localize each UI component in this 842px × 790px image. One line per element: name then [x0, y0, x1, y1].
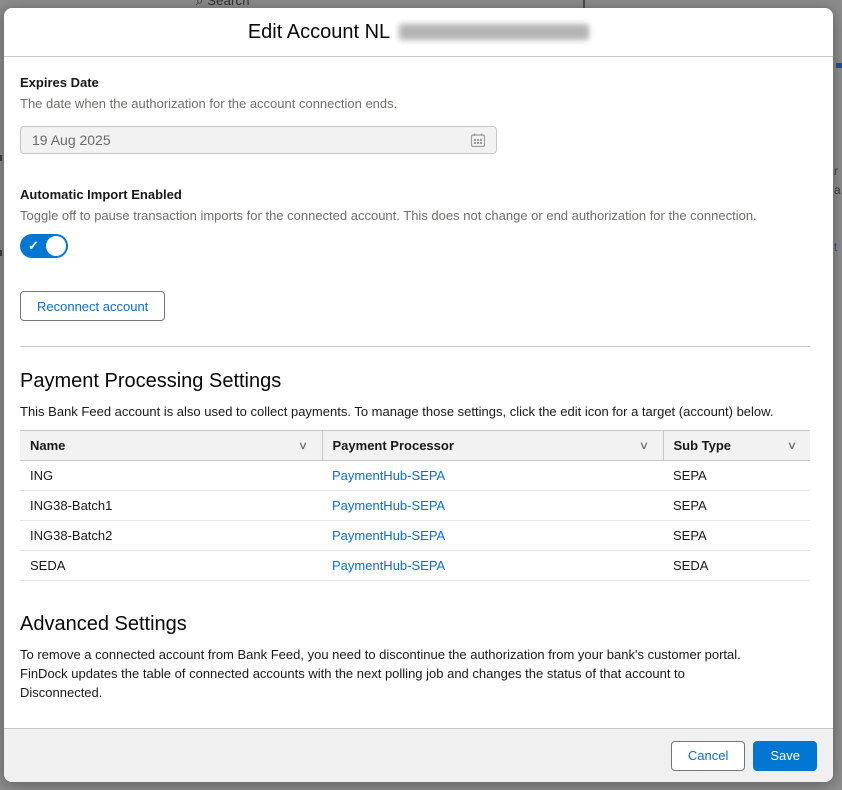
table-row: ING38-Batch2 PaymentHub-SEPA SEPA [20, 521, 810, 551]
redacted-account-number [399, 24, 589, 40]
background-page-topbar: ⌕ Search [0, 0, 842, 8]
background-page-fragment [0, 155, 2, 161]
background-page-fragment [0, 250, 2, 256]
chevron-down-icon: ∨ [639, 439, 649, 452]
modal-title: Edit Account NL [248, 21, 589, 44]
modal-title-text: Edit Account NL [248, 21, 390, 44]
background-page-fragment: r [834, 164, 838, 178]
payment-settings-title: Payment Processing Settings [20, 368, 817, 394]
section-divider [20, 346, 810, 347]
modal-footer: Cancel Save [4, 728, 833, 782]
cell-name: ING [20, 461, 322, 491]
reconnect-account-button[interactable]: Reconnect account [20, 291, 165, 321]
expires-date-input[interactable] [32, 132, 412, 148]
table-header-row: Name ∨ Payment Processor ∨ Sub Type ∨ [20, 431, 810, 461]
expires-date-label: Expires Date [20, 75, 817, 90]
toggle-knob [46, 236, 66, 256]
calendar-icon [471, 133, 485, 147]
cell-sub-type: SEDA [663, 551, 810, 581]
check-icon: ✓ [28, 238, 39, 254]
payment-processor-link[interactable]: PaymentHub-SEPA [332, 528, 445, 543]
automatic-import-label: Automatic Import Enabled [20, 187, 817, 202]
search-icon: ⌕ Search [196, 0, 250, 8]
table-row: ING38-Batch1 PaymentHub-SEPA SEPA [20, 491, 810, 521]
chevron-down-icon: ∨ [787, 439, 797, 452]
cell-name: SEDA [20, 551, 322, 581]
save-button[interactable]: Save [753, 741, 817, 771]
cell-sub-type: SEPA [663, 491, 810, 521]
column-header-sub-type[interactable]: Sub Type ∨ [663, 431, 810, 461]
background-page-fragment: t [834, 240, 837, 254]
advanced-settings-title: Advanced Settings [20, 611, 817, 637]
cell-sub-type: SEPA [663, 461, 810, 491]
edit-account-modal: Edit Account NL Expires Date The date wh… [4, 8, 833, 782]
table-row: ING PaymentHub-SEPA SEPA [20, 461, 810, 491]
table-row: SEDA PaymentHub-SEPA SEDA [20, 551, 810, 581]
background-page-fragment: a [834, 183, 841, 197]
background-page-fragment [583, 0, 585, 8]
column-header-payment-processor[interactable]: Payment Processor ∨ [322, 431, 663, 461]
payment-processor-link[interactable]: PaymentHub-SEPA [332, 498, 445, 513]
background-page-fragment [836, 63, 842, 68]
cell-name: ING38-Batch2 [20, 521, 322, 551]
modal-body: Expires Date The date when the authoriza… [4, 75, 833, 702]
payment-processor-link[interactable]: PaymentHub-SEPA [332, 558, 445, 573]
column-header-name[interactable]: Name ∨ [20, 431, 322, 461]
automatic-import-description: Toggle off to pause transaction imports … [20, 208, 817, 223]
chevron-down-icon: ∨ [298, 439, 308, 452]
expires-date-description: The date when the authorization for the … [20, 96, 817, 111]
expires-date-field[interactable] [20, 126, 497, 154]
payment-targets-table: Name ∨ Payment Processor ∨ Sub Type ∨ IN… [20, 430, 810, 581]
cell-name: ING38-Batch1 [20, 491, 322, 521]
modal-header: Edit Account NL [4, 8, 833, 57]
payment-settings-description: This Bank Feed account is also used to c… [20, 402, 815, 421]
automatic-import-toggle[interactable]: ✓ [20, 234, 68, 258]
advanced-settings-description: To remove a connected account from Bank … [20, 645, 765, 702]
cell-sub-type: SEPA [663, 521, 810, 551]
payment-processor-link[interactable]: PaymentHub-SEPA [332, 468, 445, 483]
cancel-button[interactable]: Cancel [671, 741, 745, 771]
